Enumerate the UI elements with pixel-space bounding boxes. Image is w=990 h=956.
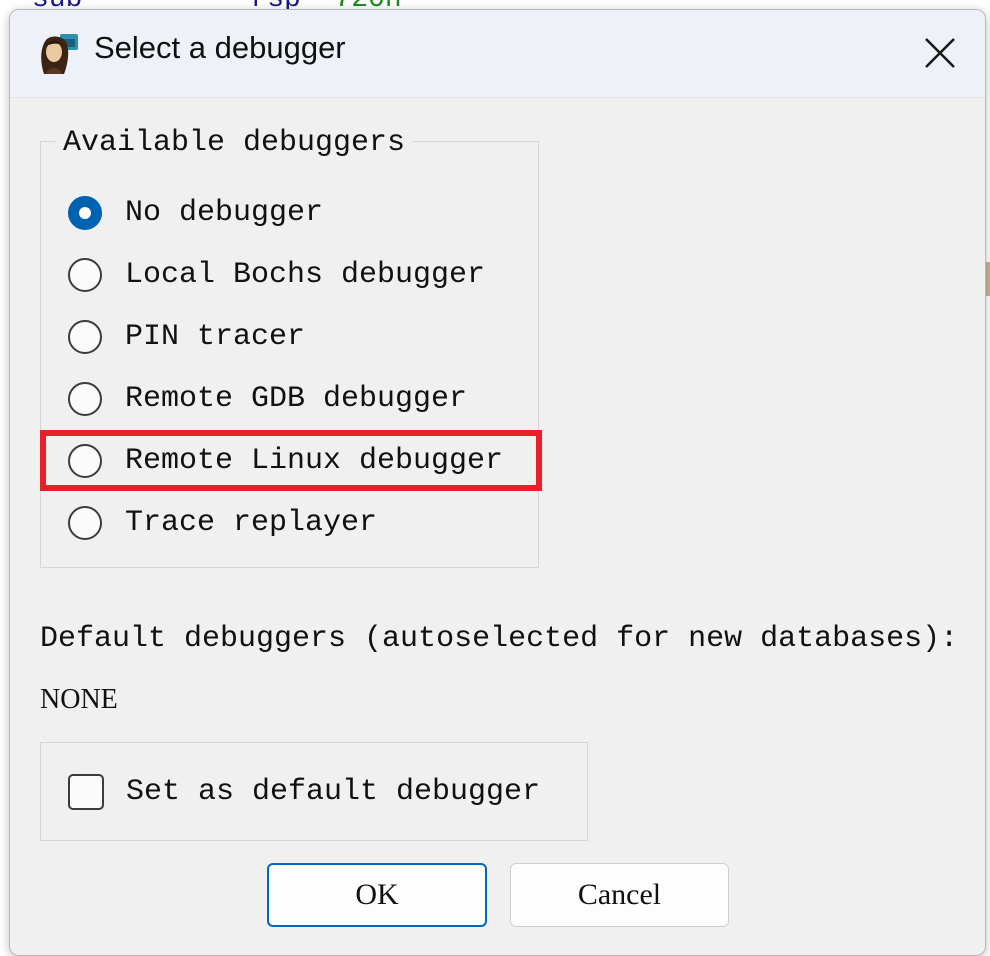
title-bar[interactable]: Select a debugger — [10, 10, 985, 98]
select-debugger-dialog: Select a debugger Available debuggers No… — [9, 9, 986, 956]
set-default-label: Set as default debugger — [126, 775, 541, 809]
radio-icon[interactable] — [68, 320, 102, 354]
radio-selected-icon[interactable] — [68, 196, 102, 230]
default-debuggers-value: NONE — [40, 684, 118, 715]
option-remote-gdb-debugger[interactable]: Remote GDB debugger — [68, 377, 467, 421]
default-debuggers-label: Default debuggers (autoselected for new … — [40, 622, 959, 656]
option-label: Remote GDB debugger — [125, 382, 468, 416]
available-debuggers-legend: Available debuggers — [55, 126, 414, 160]
option-label: Local Bochs debugger — [125, 258, 486, 292]
ida-app-icon — [41, 34, 78, 74]
ok-button[interactable]: OK — [267, 863, 487, 927]
option-label: PIN tracer — [125, 320, 306, 354]
option-no-debugger[interactable]: No debugger — [68, 191, 323, 235]
option-label: No debugger — [125, 196, 324, 230]
radio-icon[interactable] — [68, 382, 102, 416]
option-label: Remote Linux debugger — [125, 444, 504, 478]
set-default-checkbox-row[interactable]: Set as default debugger — [68, 770, 540, 814]
close-icon[interactable] — [913, 26, 967, 80]
radio-icon[interactable] — [68, 258, 102, 292]
option-trace-replayer[interactable]: Trace replayer — [68, 501, 377, 545]
radio-icon[interactable] — [68, 444, 102, 478]
option-label: Trace replayer — [125, 506, 378, 540]
option-pin-tracer[interactable]: PIN tracer — [68, 315, 305, 359]
background-edge-mark — [986, 262, 990, 296]
option-remote-linux-debugger[interactable]: Remote Linux debugger — [68, 439, 503, 483]
radio-icon[interactable] — [68, 506, 102, 540]
set-default-checkbox[interactable] — [68, 774, 104, 810]
dialog-title: Select a debugger — [94, 30, 346, 65]
cancel-button[interactable]: Cancel — [510, 863, 729, 927]
option-local-bochs-debugger[interactable]: Local Bochs debugger — [68, 253, 485, 297]
